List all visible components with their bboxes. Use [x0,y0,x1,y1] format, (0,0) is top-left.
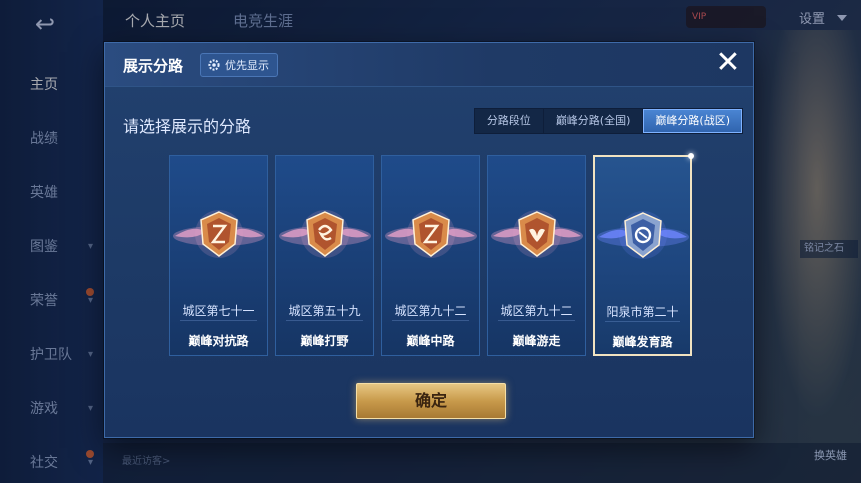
card-divider [180,320,257,321]
silver-rank-badge-icon [596,211,689,259]
priority-display-label: 优先显示 [225,59,269,72]
route-rank-label: 城区第九十二 [500,304,573,318]
display-route-modal: 展示分路 优先显示 ✕ 请选择展示的分路 分路段位 巅峰分路(全国) 巅峰分路(战区… [104,42,754,438]
rank-badge [277,196,373,274]
route-rank-label: 城区第九十二 [394,304,467,318]
gear-icon [208,59,220,71]
rank-badge [383,196,479,274]
gold-rank-badge-icon [172,210,265,258]
gold-rank-badge-icon [278,210,371,258]
rank-badge [595,197,691,275]
route-card[interactable]: 城区第九十二 巅峰中路 [381,155,480,356]
card-divider [392,320,469,321]
gold-rank-badge-icon [384,210,477,258]
confirm-button[interactable]: 确定 [356,383,506,419]
card-divider [286,320,363,321]
route-rank-label: 阳泉市第二十 [606,305,679,319]
rank-badge [489,196,585,274]
route-card[interactable]: 城区第九十二 巅峰游走 [487,155,586,356]
card-divider [605,321,680,322]
route-name-label: 巅峰发育路 [612,335,673,349]
selection-prompt: 请选择展示的分路 [123,117,252,136]
rank-badge [171,196,267,274]
modal-header: 展示分路 优先显示 ✕ [105,43,753,87]
route-type-tab[interactable]: 分路段位 [475,109,544,133]
route-name-label: 巅峰打野 [300,334,349,348]
close-button[interactable]: ✕ [713,48,743,79]
priority-display-button[interactable]: 优先显示 [200,53,278,77]
route-card[interactable]: 阳泉市第二十 巅峰发育路 [593,153,694,356]
route-card-list: 城区第七十一 巅峰对抗路 城区第五十九 巅峰打野 城区第九十二 巅峰中路 城区第九十二 巅峰游… [169,153,694,356]
card-divider [498,320,575,321]
route-card[interactable]: 城区第七十一 巅峰对抗路 [169,155,268,356]
route-name-label: 巅峰对抗路 [188,334,249,348]
modal-title: 展示分路 [123,57,184,75]
route-name-label: 巅峰游走 [512,334,561,348]
route-rank-label: 城区第七十一 [182,304,255,318]
route-name-label: 巅峰中路 [406,334,455,348]
route-type-tab[interactable]: 巅峰分路(全国) [544,109,644,133]
gold-rank-badge-icon [490,210,583,258]
route-card[interactable]: 城区第五十九 巅峰打野 [275,155,374,356]
route-type-tabs: 分路段位 巅峰分路(全国) 巅峰分路(战区) [473,108,743,134]
route-rank-label: 城区第五十九 [288,304,361,318]
route-type-tab[interactable]: 巅峰分路(战区) [643,109,742,133]
